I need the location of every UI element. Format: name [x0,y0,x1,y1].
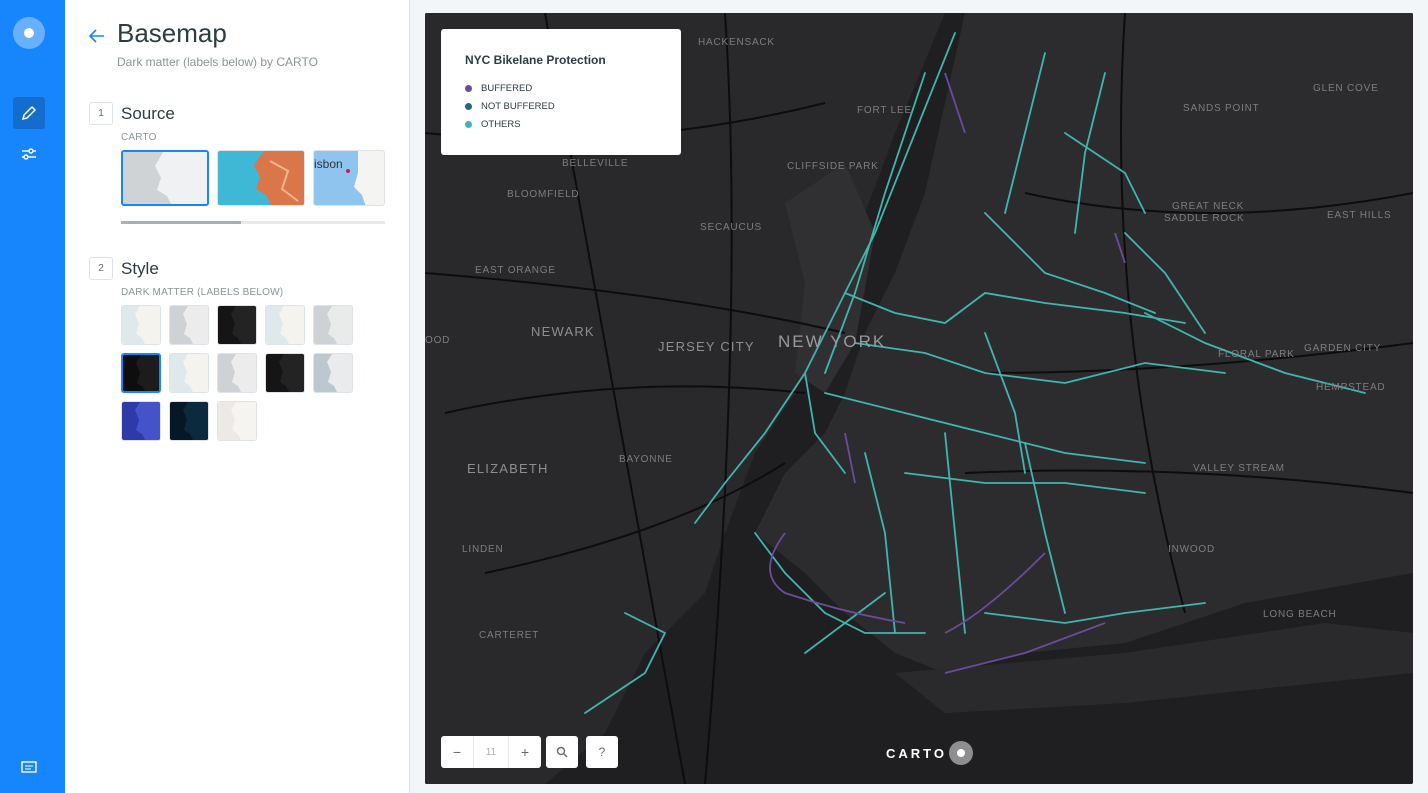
style-thumb[interactable] [121,401,161,441]
legend-dot [465,102,472,110]
style-thumb[interactable] [265,353,305,393]
source-here-thumb[interactable]: isbon [313,150,385,206]
search-button[interactable] [546,736,578,768]
source-scrollbar[interactable] [121,221,385,224]
legend-item: OTHERS [465,115,657,133]
style-thumb[interactable] [313,353,353,393]
map-label: SANDS POINT [1183,103,1260,114]
style-thumb[interactable] [217,401,257,441]
map-label: NEW YORK [778,332,887,351]
settings-sliders-icon[interactable] [13,138,45,170]
style-thumb[interactable] [121,353,161,393]
style-thumb[interactable] [313,305,353,345]
map-label: SADDLE ROCK [1164,213,1245,224]
source-title: Source [121,104,175,123]
map-label: LONG BEACH [1263,609,1337,620]
carto-attribution-text: CARTO [886,745,947,761]
zoom-level: 11 [473,736,509,768]
map-label: HEMPSTEAD [1316,382,1386,393]
back-arrow-icon[interactable] [87,26,107,46]
source-label: CARTO [121,132,157,143]
map-label: EAST HILLS [1327,210,1392,221]
app-sidebar [0,0,65,793]
source-stamen-thumb[interactable] [217,150,305,206]
map-label: INWOOD [1168,544,1216,555]
map-label: GLEN COVE [1313,83,1379,94]
search-icon [556,746,568,758]
step-number-source: 1 [89,102,113,125]
legend-item: BUFFERED [465,79,657,97]
carto-attribution[interactable]: CARTO [886,741,973,765]
map-label: BLOOMFIELD [507,189,580,200]
map-legend: NYC Bikelane Protection BUFFERED NOT BUFF… [441,29,681,155]
map-label: GREAT NECK [1172,201,1245,212]
basemap-panel: Basemap Dark matter (labels below) by CA… [65,0,410,793]
legend-title: NYC Bikelane Protection [465,53,606,67]
page-subtitle: Dark matter (labels below) by CARTO [117,55,318,69]
map-label: FORT LEE [857,105,912,116]
map-label: ELIZABETH [467,461,549,476]
zoom-control: − 11 + [441,736,541,768]
style-title: Style [121,259,159,278]
map-label: LINDEN [462,544,504,555]
map-label: JERSEY CITY [658,339,755,354]
style-label: DARK MATTER (LABELS BELOW) [121,287,284,298]
zoom-out-button[interactable]: − [441,736,473,768]
edit-pencil-icon[interactable] [13,97,45,129]
map-label: CLIFFSIDE PARK [787,161,879,172]
legend-item-label: BUFFERED [481,82,533,94]
carto-logo-icon [948,741,973,765]
step-number-style: 2 [89,257,113,280]
style-thumb[interactable] [217,353,257,393]
map-label: OOD [425,335,451,346]
source-carto-thumb[interactable] [121,150,209,206]
style-thumb[interactable] [169,353,209,393]
map-label: FLORAL PARK [1218,349,1295,360]
help-button[interactable]: ? [586,736,618,768]
page-title: Basemap [117,18,227,48]
zoom-in-button[interactable]: + [509,736,541,768]
map-canvas[interactable]: HACKENSACK FORT LEE SANDS POINT GLEN COV… [425,13,1413,784]
map-label: NEWARK [531,324,595,339]
style-thumb[interactable] [217,305,257,345]
map-label: BAYONNE [619,454,673,465]
style-thumb[interactable] [169,401,209,441]
map-label: VALLEY STREAM [1193,463,1285,474]
style-thumb[interactable] [265,305,305,345]
map-label: CARTERET [479,630,540,641]
style-thumb[interactable] [169,305,209,345]
map-label: SECAUCUS [700,222,762,233]
map-label: EAST ORANGE [475,265,556,276]
carto-logo-icon[interactable] [13,17,45,49]
style-thumb[interactable] [121,305,161,345]
map-label: GARDEN CITY [1304,343,1382,354]
source-here-lisbon-label: isbon [314,157,343,171]
legend-dot [465,120,472,128]
legend-dot [465,84,472,92]
map-label: HACKENSACK [698,37,775,48]
legend-item: NOT BUFFERED [465,97,657,115]
legend-item-label: OTHERS [481,118,521,130]
map-label: BELLEVILLE [562,158,629,169]
legend-item-label: NOT BUFFERED [481,100,555,112]
chat-icon[interactable] [13,752,45,784]
